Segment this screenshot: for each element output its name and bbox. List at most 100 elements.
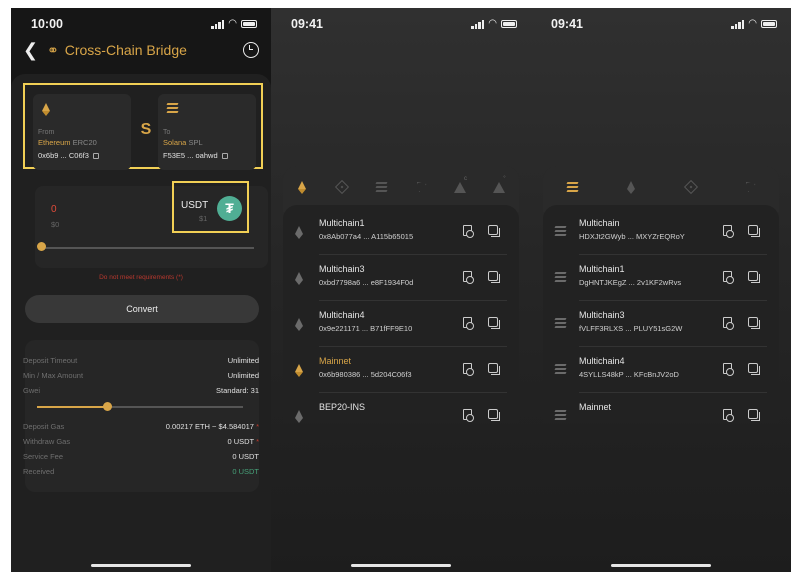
- param-label: Deposit Timeout: [23, 356, 78, 365]
- export-icon[interactable]: [463, 317, 474, 330]
- list-item[interactable]: Mainnet: [543, 393, 779, 423]
- amount-slider-thumb[interactable]: [37, 242, 46, 251]
- copy-icon[interactable]: [488, 363, 500, 375]
- list-item[interactable]: Multichain4 0x9e221171 ... B71fFF9E10: [283, 301, 519, 347]
- to-standard: SPL: [188, 138, 203, 147]
- ethereum-icon: [295, 364, 304, 377]
- wallet-name: Multichain: [579, 218, 620, 228]
- copy-icon[interactable]: [92, 152, 99, 159]
- solana-icon: [554, 272, 567, 282]
- address-list: Multichain HDXJt2GWyb ... MXYZrEQRoY Mul…: [543, 205, 779, 423]
- solana-icon: [375, 182, 388, 192]
- bridge-icon: ⚭: [47, 41, 59, 58]
- bnb-icon: [334, 179, 350, 195]
- copy-icon[interactable]: [488, 225, 500, 237]
- status-time: 09:41: [291, 17, 323, 31]
- export-icon[interactable]: [463, 225, 474, 238]
- to-address: F53E5 ... oahwd: [163, 151, 228, 160]
- wallet-name: Mainnet: [579, 402, 612, 412]
- copy-icon[interactable]: [748, 271, 760, 283]
- gwei-slider-fill: [37, 406, 107, 408]
- fee-value-text: 0 USDT: [227, 437, 254, 446]
- list-item[interactable]: Multichain1 DgHNTJKEgZ ... 2v1KF2wRvs: [543, 255, 779, 301]
- wallet-name: Mainnet: [319, 356, 352, 366]
- export-icon[interactable]: [463, 271, 474, 284]
- amount-input[interactable]: 0: [51, 204, 57, 215]
- list-item[interactable]: Multichain4 4SYLLS48kP ... KFcBnJV2oD: [543, 347, 779, 393]
- wallet-name: Multichain3: [579, 310, 625, 320]
- wallet-name: Multichain4: [319, 310, 365, 320]
- export-icon[interactable]: [723, 271, 734, 284]
- copy-icon[interactable]: [488, 271, 500, 283]
- tab-ethereum[interactable]: [283, 178, 322, 196]
- copy-icon[interactable]: [488, 409, 500, 421]
- export-icon[interactable]: [463, 409, 474, 422]
- tab-ethereum[interactable]: [602, 178, 661, 196]
- export-icon[interactable]: [723, 225, 734, 238]
- tab-bnb[interactable]: [322, 178, 361, 196]
- from-card[interactable]: From Ethereum ERC20 0x6b9 ... C06f3: [33, 94, 131, 170]
- wallet-name: Multichain3: [319, 264, 365, 274]
- list-item-selected[interactable]: Mainnet 0x6b980386 ... 5d204C06f3: [283, 347, 519, 393]
- ethereum-icon: [627, 180, 636, 194]
- signal-icon: [211, 19, 225, 29]
- warning-text: Do not meet requirements (*): [99, 274, 183, 281]
- tab-solana[interactable]: [362, 178, 401, 196]
- ethereum-icon: [295, 272, 304, 285]
- convert-button[interactable]: Convert: [25, 295, 259, 323]
- bridge-screen: 10:00 ◠ ❮ ⚭ Cross-Chain Bridge From Ethe…: [11, 8, 271, 572]
- export-icon[interactable]: [723, 363, 734, 376]
- export-icon[interactable]: [723, 409, 734, 422]
- fee-row: Withdraw Gas 0 USDT *: [23, 437, 259, 446]
- copy-icon[interactable]: [221, 152, 228, 159]
- copy-icon[interactable]: [748, 225, 760, 237]
- token-usd: $1: [199, 214, 208, 223]
- history-icon[interactable]: [243, 42, 259, 58]
- copy-icon[interactable]: [748, 317, 760, 329]
- from-standard: ERC20: [72, 138, 97, 147]
- list-item[interactable]: BEP20-INS: [283, 393, 519, 423]
- solana-icon: [554, 226, 567, 236]
- list-item[interactable]: Multichain3 0xbd7798a6 ... e8F1934F0d: [283, 255, 519, 301]
- tab-avalanche[interactable]: [480, 176, 519, 196]
- tab-avalanche-c[interactable]: [440, 176, 479, 196]
- wallet-address: 0x8Ab077a4 ... A115b65015: [319, 232, 414, 241]
- amount-usd: $0: [51, 220, 60, 229]
- list-item[interactable]: Multichain1 0x8Ab077a4 ... A115b65015: [283, 209, 519, 255]
- export-icon[interactable]: [463, 363, 474, 376]
- wallet-name: BEP20-INS: [319, 402, 366, 412]
- token-symbol: USDT: [181, 200, 209, 211]
- tab-tron[interactable]: [401, 178, 440, 196]
- tab-tron[interactable]: [720, 178, 779, 196]
- page-title: Cross-Chain Bridge: [64, 42, 187, 58]
- to-card[interactable]: To Solana SPL F53E5 ... oahwd: [158, 94, 256, 170]
- tab-solana[interactable]: [543, 178, 602, 196]
- evm-address-screen: 09:41 ◠ Multichain1 0x8Ab077a4 ... A115b…: [271, 8, 531, 572]
- amount-slider-track[interactable]: [41, 247, 254, 249]
- swap-icon[interactable]: S: [137, 121, 155, 139]
- bnb-icon: [683, 179, 698, 195]
- status-time: 09:41: [551, 17, 583, 31]
- list-item[interactable]: Multichain HDXJt2GWyb ... MXYZrEQRoY: [543, 209, 779, 255]
- fee-value: 0 USDT: [232, 467, 259, 476]
- wallet-address: DgHNTJKEgZ ... 2v1KF2wRvs: [579, 278, 682, 287]
- export-icon[interactable]: [723, 317, 734, 330]
- tab-bnb[interactable]: [661, 178, 720, 196]
- list-item[interactable]: Multichain3 fVLFF3RLXS ... PLUY51sG2W: [543, 301, 779, 347]
- nav-bar: ❮ ⚭ Cross-Chain Bridge: [23, 38, 259, 62]
- ethereum-icon: [298, 180, 307, 194]
- wifi-icon: ◠: [228, 18, 237, 29]
- home-indicator: [611, 564, 711, 567]
- copy-icon[interactable]: [488, 317, 500, 329]
- chain-tabs: [543, 178, 779, 196]
- copy-icon[interactable]: [748, 363, 760, 375]
- param-label: Min / Max Amount: [23, 371, 84, 380]
- back-icon[interactable]: ❮: [23, 40, 41, 61]
- param-value: Standard: 31: [216, 386, 259, 395]
- gwei-slider-thumb[interactable]: [103, 402, 112, 411]
- solana-address-screen: 09:41 ◠ Multichain HDXJt2GWyb ... MXYZrE…: [531, 8, 791, 572]
- battery-icon: [761, 20, 777, 28]
- copy-icon[interactable]: [748, 409, 760, 421]
- status-icons: ◠: [211, 19, 257, 29]
- from-address: 0x6b9 ... C06f3: [38, 151, 99, 160]
